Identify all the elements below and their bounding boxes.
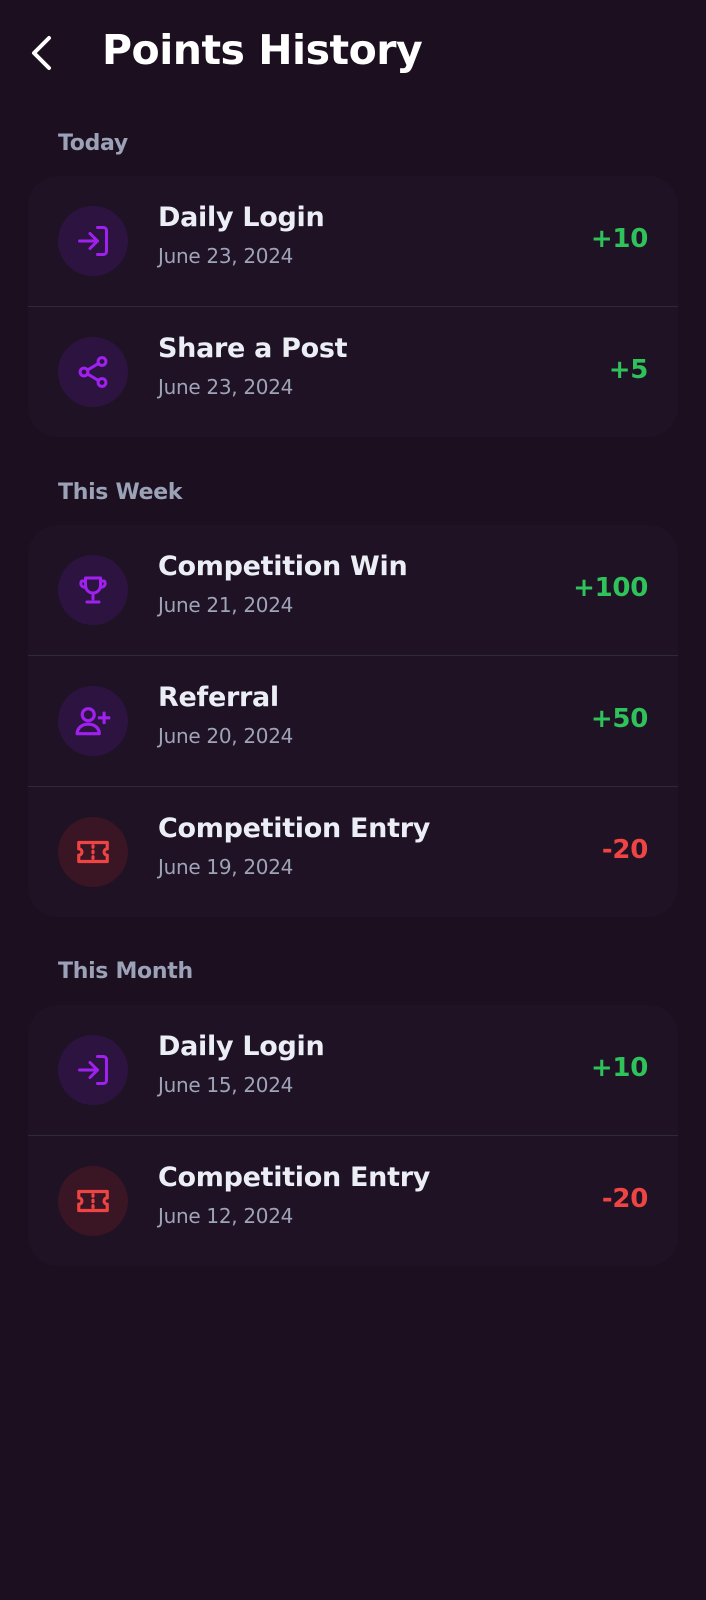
list-item[interactable]: Daily Login June 23, 2024 +10 — [28, 176, 678, 306]
list-item[interactable]: Share a Post June 23, 2024 +5 — [28, 306, 678, 437]
section-label-this-month: This Month — [58, 959, 193, 984]
list-item[interactable]: Competition Entry June 19, 2024 -20 — [28, 786, 678, 917]
item-points: +10 — [590, 1053, 648, 1083]
item-points: +50 — [590, 704, 648, 734]
item-date: June 21, 2024 — [158, 593, 294, 617]
list-item[interactable]: Competition Entry June 12, 2024 -20 — [28, 1135, 678, 1266]
section-card-this-week: Competition Win June 21, 2024 +100 Refer… — [28, 525, 678, 917]
list-item[interactable]: Competition Win June 21, 2024 +100 — [28, 525, 678, 655]
item-date: June 23, 2024 — [158, 244, 294, 268]
ticket-icon — [58, 1166, 128, 1236]
item-date: June 20, 2024 — [158, 724, 294, 748]
item-title: Competition Entry — [158, 813, 431, 844]
share-icon — [58, 337, 128, 407]
list-item[interactable]: Daily Login June 15, 2024 +10 — [28, 1005, 678, 1135]
login-icon — [58, 206, 128, 276]
item-points: -20 — [601, 835, 648, 865]
login-icon — [58, 1035, 128, 1105]
points-history-screen: Points History Today Daily Login June 23… — [0, 0, 706, 1600]
section-label-this-week: This Week — [58, 480, 183, 505]
item-points: +10 — [590, 224, 648, 254]
section-card-this-month: Daily Login June 15, 2024 +10 Competitio… — [28, 1005, 678, 1266]
item-title: Competition Win — [158, 551, 408, 582]
ticket-icon — [58, 817, 128, 887]
page-title: Points History — [102, 26, 423, 74]
user-plus-icon — [58, 686, 128, 756]
back-button[interactable] — [22, 30, 62, 76]
item-date: June 23, 2024 — [158, 375, 294, 399]
item-title: Referral — [158, 682, 279, 713]
item-date: June 12, 2024 — [158, 1204, 294, 1228]
item-title: Daily Login — [158, 202, 325, 233]
chevron-left-icon — [32, 36, 51, 70]
item-points: -20 — [601, 1184, 648, 1214]
trophy-icon — [58, 555, 128, 625]
item-date: June 15, 2024 — [158, 1073, 294, 1097]
item-title: Share a Post — [158, 333, 348, 364]
item-points: +5 — [608, 355, 649, 385]
item-date: June 19, 2024 — [158, 855, 294, 879]
section-label-today: Today — [58, 131, 128, 156]
item-points: +100 — [573, 573, 648, 603]
list-item[interactable]: Referral June 20, 2024 +50 — [28, 655, 678, 786]
item-title: Competition Entry — [158, 1162, 431, 1193]
header: Points History — [0, 0, 706, 110]
item-title: Daily Login — [158, 1031, 325, 1062]
section-card-today: Daily Login June 23, 2024 +10 Share a Po… — [28, 176, 678, 437]
